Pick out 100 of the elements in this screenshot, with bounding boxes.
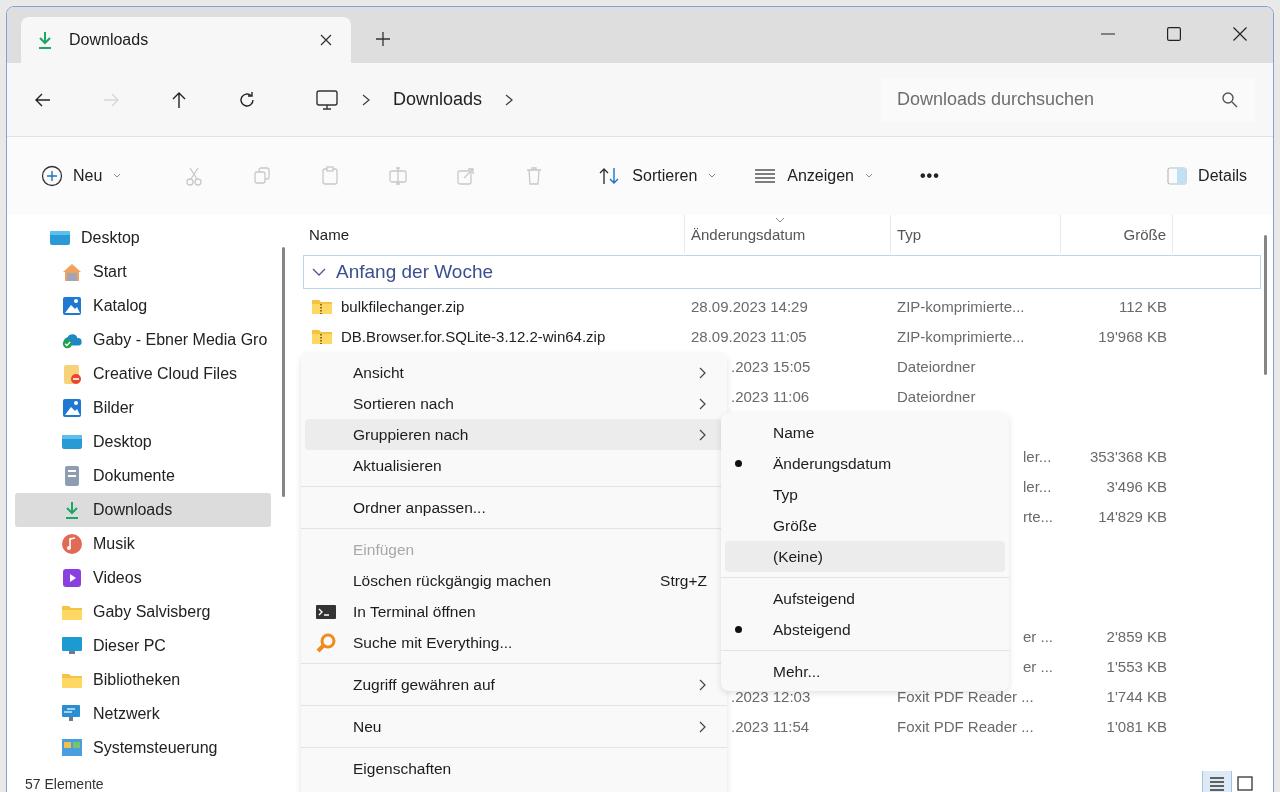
shortcut-label: Strg+Z bbox=[660, 571, 707, 590]
menu-item[interactable]: Typ bbox=[725, 479, 1005, 510]
nav-item[interactable]: Desktop bbox=[15, 425, 271, 459]
type-cell: er ... bbox=[1023, 657, 1053, 675]
nav-item[interactable]: Gaby - Ebner Media Gro bbox=[15, 323, 271, 357]
nav-item[interactable]: Musik bbox=[15, 527, 271, 561]
size-cell: 2'859 KB bbox=[1106, 627, 1167, 645]
menu-item[interactable]: Neu bbox=[305, 711, 723, 742]
menu-item[interactable]: Ansicht bbox=[305, 357, 723, 388]
type-cell: ler... bbox=[1023, 447, 1052, 465]
menu-item[interactable]: In Terminal öffnen bbox=[305, 596, 723, 627]
menu-item[interactable]: Mehr... bbox=[725, 656, 1005, 687]
breadcrumb-item[interactable]: Downloads bbox=[393, 89, 483, 110]
details-pane-icon bbox=[1166, 166, 1189, 186]
column-header[interactable]: Name bbox=[303, 215, 685, 253]
scrollbar[interactable] bbox=[282, 247, 285, 497]
menu-item-label: Absteigend bbox=[773, 620, 852, 639]
close-icon bbox=[319, 33, 333, 47]
column-label: Größe bbox=[1123, 225, 1166, 243]
menu-item-label: Änderungsdatum bbox=[773, 454, 893, 473]
size-cell: 14'829 KB bbox=[1098, 507, 1167, 525]
chevron-icon bbox=[504, 92, 515, 107]
nav-item[interactable]: Creative Cloud Files bbox=[15, 357, 271, 391]
picture-icon bbox=[61, 397, 83, 419]
nav-item[interactable]: Desktop bbox=[15, 221, 271, 255]
nav-item[interactable]: Netzwerk bbox=[15, 697, 271, 731]
nav-item[interactable]: Bibliotheken bbox=[15, 663, 271, 697]
size-cell-text: 112 KB bbox=[1117, 297, 1168, 315]
date-cell-text: 28.09.2023 11:05 bbox=[690, 327, 808, 345]
copy-icon bbox=[252, 166, 273, 186]
list-icon bbox=[753, 167, 778, 185]
menu-item[interactable]: Ordner anpassen... bbox=[305, 492, 723, 523]
desktop-icon bbox=[49, 229, 71, 247]
nav-item[interactable]: Bilder bbox=[15, 391, 271, 425]
network-icon bbox=[61, 704, 83, 724]
share-icon bbox=[456, 166, 477, 186]
cut-icon bbox=[184, 166, 205, 186]
picture-icon bbox=[61, 295, 83, 317]
details-view-button[interactable] bbox=[1203, 771, 1231, 792]
nav-item[interactable]: Gaby Salvisberg bbox=[15, 595, 271, 629]
menu-item-label: Gruppieren nach bbox=[353, 425, 470, 444]
menu-item[interactable]: Suche mit Everything... bbox=[305, 627, 723, 658]
menu-item[interactable]: Änderungsdatum bbox=[725, 448, 1005, 479]
details-button[interactable]: Details bbox=[1156, 157, 1257, 195]
nav-item[interactable]: Systemsteuerung bbox=[15, 731, 271, 765]
scrollbar[interactable] bbox=[1264, 235, 1267, 375]
search-icon bbox=[1221, 90, 1239, 109]
column-header[interactable]: Größe bbox=[1061, 215, 1173, 253]
menu-item[interactable]: (Keine) bbox=[725, 541, 1005, 572]
view-button[interactable]: Anzeigen bbox=[743, 157, 884, 195]
nav-item-label: Dieser PC bbox=[93, 637, 166, 655]
menu-item[interactable]: Sortieren nach bbox=[305, 388, 723, 419]
size-cell: 1'553 KB bbox=[1106, 657, 1167, 675]
menu-item[interactable]: Löschen rückgängig machen Strg+Z bbox=[305, 565, 723, 596]
type-cell: Foxit PDF Reader ... bbox=[897, 687, 1034, 705]
sort-button[interactable]: Sortieren bbox=[588, 157, 728, 195]
size-cell: 353'368 KB bbox=[1089, 447, 1167, 465]
group-header[interactable]: Anfang der Woche bbox=[303, 255, 1261, 289]
menu-item[interactable]: Aktualisieren bbox=[305, 450, 723, 481]
type-cell: rte... bbox=[1023, 507, 1053, 525]
nav-item-label: Musik bbox=[93, 535, 135, 553]
address-bar[interactable]: Downloads bbox=[309, 77, 855, 122]
nav-item-label: Desktop bbox=[93, 433, 152, 451]
menu-item-label: In Terminal öffnen bbox=[353, 602, 477, 621]
video-icon bbox=[61, 567, 83, 589]
menu-item-label: Mehr... bbox=[773, 662, 822, 681]
nav-item-label: Gaby Salvisberg bbox=[93, 603, 211, 621]
tab[interactable]: Downloads bbox=[21, 17, 351, 63]
magnifier-icon bbox=[315, 631, 337, 654]
menu-item[interactable]: Absteigend bbox=[725, 614, 1005, 645]
nav-item[interactable]: Videos bbox=[15, 561, 271, 595]
nav-item-label: Netzwerk bbox=[93, 705, 160, 723]
nav-item[interactable]: Katalog bbox=[15, 289, 271, 323]
caret-icon bbox=[864, 172, 874, 180]
size-cell: 1'081 KB bbox=[1106, 717, 1167, 735]
nav-item-label: Systemsteuerung bbox=[93, 739, 218, 757]
nav-item-label: Creative Cloud Files bbox=[93, 365, 238, 383]
new-button[interactable]: Neu bbox=[31, 157, 133, 195]
more-button[interactable]: ••• bbox=[910, 157, 950, 195]
menu-item[interactable]: Größe bbox=[725, 510, 1005, 541]
file-name[interactable]: DB.Browser.for.SQLite-3.12.2-win64.zip bbox=[341, 327, 606, 345]
nav-item[interactable]: Start bbox=[15, 255, 271, 289]
type-cell: Dateiordner bbox=[897, 387, 976, 405]
column-header[interactable]: Typ bbox=[891, 215, 1061, 253]
menu-item-label: Löschen rückgängig machen bbox=[353, 571, 553, 590]
menu-item[interactable]: Name bbox=[725, 417, 1005, 448]
file-name[interactable]: bulkfilechanger.zip bbox=[341, 297, 465, 315]
column-label: Name bbox=[309, 225, 349, 243]
menu-item[interactable]: Zugriff gewähren auf bbox=[305, 669, 723, 700]
nav-item[interactable]: Dokumente bbox=[15, 459, 271, 493]
menu-item[interactable]: Aufsteigend bbox=[725, 583, 1005, 614]
search-placeholder: Downloads durchsuchen bbox=[897, 89, 1096, 110]
menu-item[interactable]: Eigenschaften bbox=[305, 753, 723, 784]
nav-item[interactable]: Downloads bbox=[15, 493, 271, 527]
column-header[interactable]: Änderungsdatum bbox=[685, 215, 891, 253]
monitor-icon bbox=[315, 88, 339, 111]
type-cell: Dateiordner bbox=[897, 357, 976, 375]
nav-item[interactable]: Dieser PC bbox=[15, 629, 271, 663]
menu-item[interactable]: Gruppieren nach bbox=[305, 419, 723, 450]
plus-icon bbox=[375, 31, 391, 47]
